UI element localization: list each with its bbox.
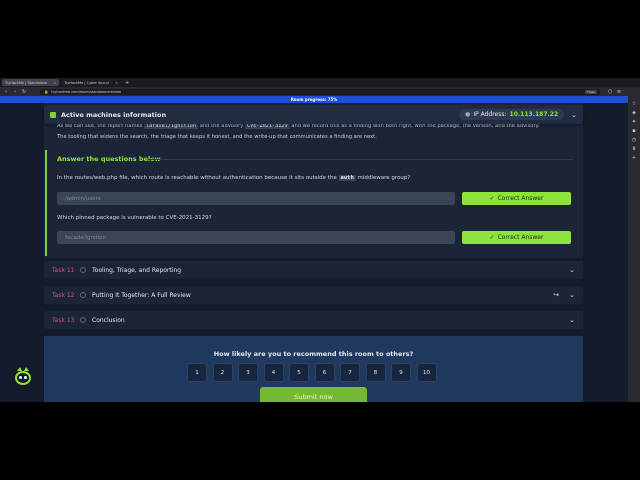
button-label: Correct Answer bbox=[497, 195, 544, 202]
room-progress-label: Room progress: 75% bbox=[290, 97, 338, 102]
rating-option[interactable]: 1 bbox=[187, 363, 207, 382]
question-2: Which pinned package is vulnerable to CV… bbox=[57, 215, 212, 221]
active-machine-bar[interactable]: Active machines information ● IP Address… bbox=[44, 105, 583, 124]
answer-field-1[interactable]: /admin/users bbox=[57, 192, 455, 205]
task-name: Tooling, Triage, and Reporting bbox=[92, 266, 182, 274]
answer-field-2[interactable]: facade/ignition bbox=[57, 231, 455, 244]
task-number: Task 11 bbox=[52, 266, 75, 274]
mascot-icon[interactable] bbox=[13, 365, 33, 387]
download-icon[interactable]: ⬇ bbox=[632, 147, 637, 152]
add-icon[interactable]: + bbox=[632, 156, 637, 161]
rating-option[interactable]: 10 bbox=[416, 363, 437, 382]
check-icon: ✓ bbox=[489, 234, 495, 241]
rating-option[interactable]: 6 bbox=[314, 363, 335, 382]
machine-bar-title: Active machines information bbox=[61, 110, 167, 119]
tab-label: TryHackMe | Standalone bbox=[5, 80, 48, 85]
browser-navbar: ‹ › ↻ 🔒 tryhackme.com/room/standalonerev… bbox=[0, 87, 640, 96]
menu-icon[interactable]: ≡ bbox=[616, 89, 622, 95]
chevron-down-icon[interactable]: ⌄ bbox=[569, 291, 575, 299]
chevron-down-icon[interactable]: ⌄ bbox=[569, 266, 575, 274]
task-name: Putting It Together: A Full Review bbox=[92, 291, 191, 299]
bookmark-icon[interactable]: ▪ bbox=[632, 129, 637, 134]
rating-title: How likely are you to recommend this roo… bbox=[213, 350, 414, 358]
machine-status-icon bbox=[50, 111, 56, 118]
extensions-icon[interactable]: ⬡ bbox=[607, 89, 613, 95]
task-row-11[interactable]: Task 11 Tooling, Triage, and Reporting ⌄ bbox=[44, 261, 583, 279]
task-status-icon bbox=[80, 317, 86, 323]
question-1: In the routes/web.php file, which route … bbox=[57, 175, 410, 181]
divider bbox=[148, 159, 573, 160]
chevron-down-icon[interactable]: ⌄ bbox=[569, 316, 575, 324]
share-icon[interactable]: ↪ bbox=[553, 291, 559, 299]
puzzle-icon[interactable]: ✦ bbox=[632, 120, 637, 125]
task-status-icon bbox=[80, 292, 86, 298]
correct-answer-button-2[interactable]: ✓ Correct Answer bbox=[462, 231, 571, 244]
browser-tabbar: TryHackMe | Standalone ✕ TryHackMe | Cyb… bbox=[0, 78, 640, 87]
close-icon[interactable]: ✕ bbox=[53, 81, 56, 85]
submit-rating-button[interactable]: Submit now bbox=[260, 387, 367, 402]
rating-option[interactable]: 4 bbox=[263, 363, 284, 382]
ip-address-pill: ● IP Address: 10.113.187.22 bbox=[459, 109, 565, 120]
task-status-icon bbox=[80, 267, 86, 273]
forward-icon[interactable]: › bbox=[12, 89, 18, 95]
section-accent-bar bbox=[45, 150, 47, 256]
room-progress-bar: Room progress: 75% bbox=[0, 96, 628, 103]
task-number: Task 13 bbox=[52, 316, 75, 324]
new-tab-icon[interactable]: + bbox=[125, 80, 129, 86]
star-icon[interactable]: ☆ bbox=[632, 102, 637, 107]
rating-option[interactable]: 9 bbox=[391, 363, 411, 382]
url-bar[interactable]: 🔒 tryhackme.com/room/standalonereview Fl… bbox=[40, 88, 600, 95]
browser-sidebar: ☆ ◈ ✦ ▪ ◷ ⬇ + bbox=[628, 96, 640, 402]
check-icon: ✓ bbox=[489, 195, 495, 202]
rating-option[interactable]: 3 bbox=[238, 363, 258, 382]
close-icon[interactable]: ✕ bbox=[115, 81, 118, 85]
answer-section-heading: Answer the questions below bbox=[57, 155, 161, 163]
tab-label: TryHackMe | Cyber Securi bbox=[64, 80, 109, 85]
button-label: Correct Answer bbox=[497, 234, 544, 241]
ip-label: IP Address: bbox=[473, 111, 507, 118]
question-text: middleware group? bbox=[357, 175, 411, 181]
url-text: tryhackme.com/room/standalonereview bbox=[51, 89, 122, 94]
task-name: Conclusion bbox=[92, 316, 125, 324]
browser-tab[interactable]: TryHackMe | Cyber Securi ✕ bbox=[61, 79, 121, 86]
reload-icon[interactable]: ↻ bbox=[21, 89, 27, 95]
ip-value: 10.113.187.22 bbox=[509, 111, 559, 118]
rating-options: 1 2 3 4 5 6 7 8 9 10 bbox=[187, 363, 437, 382]
screen: TryHackMe | Standalone ✕ TryHackMe | Cyb… bbox=[0, 0, 640, 480]
correct-answer-button-1[interactable]: ✓ Correct Answer bbox=[462, 192, 571, 205]
task-number: Task 12 bbox=[52, 291, 75, 299]
browser-tab-active[interactable]: TryHackMe | Standalone ✕ bbox=[2, 79, 60, 86]
task-row-13[interactable]: Task 13 Conclusion ⌄ bbox=[44, 311, 583, 329]
rating-option[interactable]: 7 bbox=[340, 363, 360, 382]
inline-code: auth bbox=[338, 175, 356, 181]
body-line-2: The tooling that widens the search, the … bbox=[57, 134, 377, 140]
rating-option[interactable]: 2 bbox=[212, 363, 233, 382]
history-icon[interactable]: ◷ bbox=[632, 138, 637, 143]
url-badge: Flask bbox=[585, 89, 597, 94]
chevron-down-icon[interactable]: ⌄ bbox=[571, 111, 577, 119]
task-row-12[interactable]: Task 12 Putting It Together: A Full Revi… bbox=[44, 286, 583, 304]
page: As we can see, the report names laravel/… bbox=[0, 103, 628, 402]
lock-icon: 🔒 bbox=[44, 89, 49, 94]
rating-panel: How likely are you to recommend this roo… bbox=[44, 336, 583, 402]
question-text: In the routes/web.php file, which route … bbox=[57, 175, 337, 181]
shield-icon[interactable]: ◈ bbox=[632, 111, 637, 116]
rating-option[interactable]: 8 bbox=[365, 363, 386, 382]
back-icon[interactable]: ‹ bbox=[3, 89, 9, 95]
rating-option[interactable]: 5 bbox=[289, 363, 309, 382]
monitor-icon: ● bbox=[465, 111, 471, 118]
task-body-text: As we can see, the report names laravel/… bbox=[57, 121, 573, 143]
